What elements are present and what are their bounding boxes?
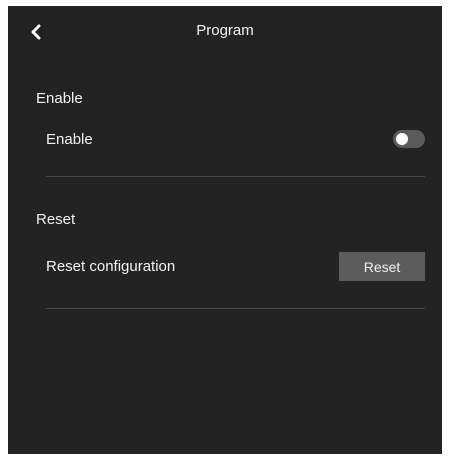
divider	[46, 308, 425, 309]
reset-button[interactable]: Reset	[339, 252, 425, 281]
header: Program	[8, 6, 442, 58]
settings-panel: Program Enable Enable Reset Reset config…	[8, 6, 442, 454]
page-title: Program	[196, 22, 254, 39]
toggle-knob	[396, 133, 408, 145]
enable-row-label: Enable	[46, 131, 93, 148]
enable-toggle[interactable]	[393, 130, 425, 148]
reset-row-label: Reset configuration	[46, 258, 176, 275]
section-title-enable: Enable	[36, 90, 83, 107]
divider	[46, 176, 425, 177]
section-title-reset: Reset	[36, 211, 76, 228]
